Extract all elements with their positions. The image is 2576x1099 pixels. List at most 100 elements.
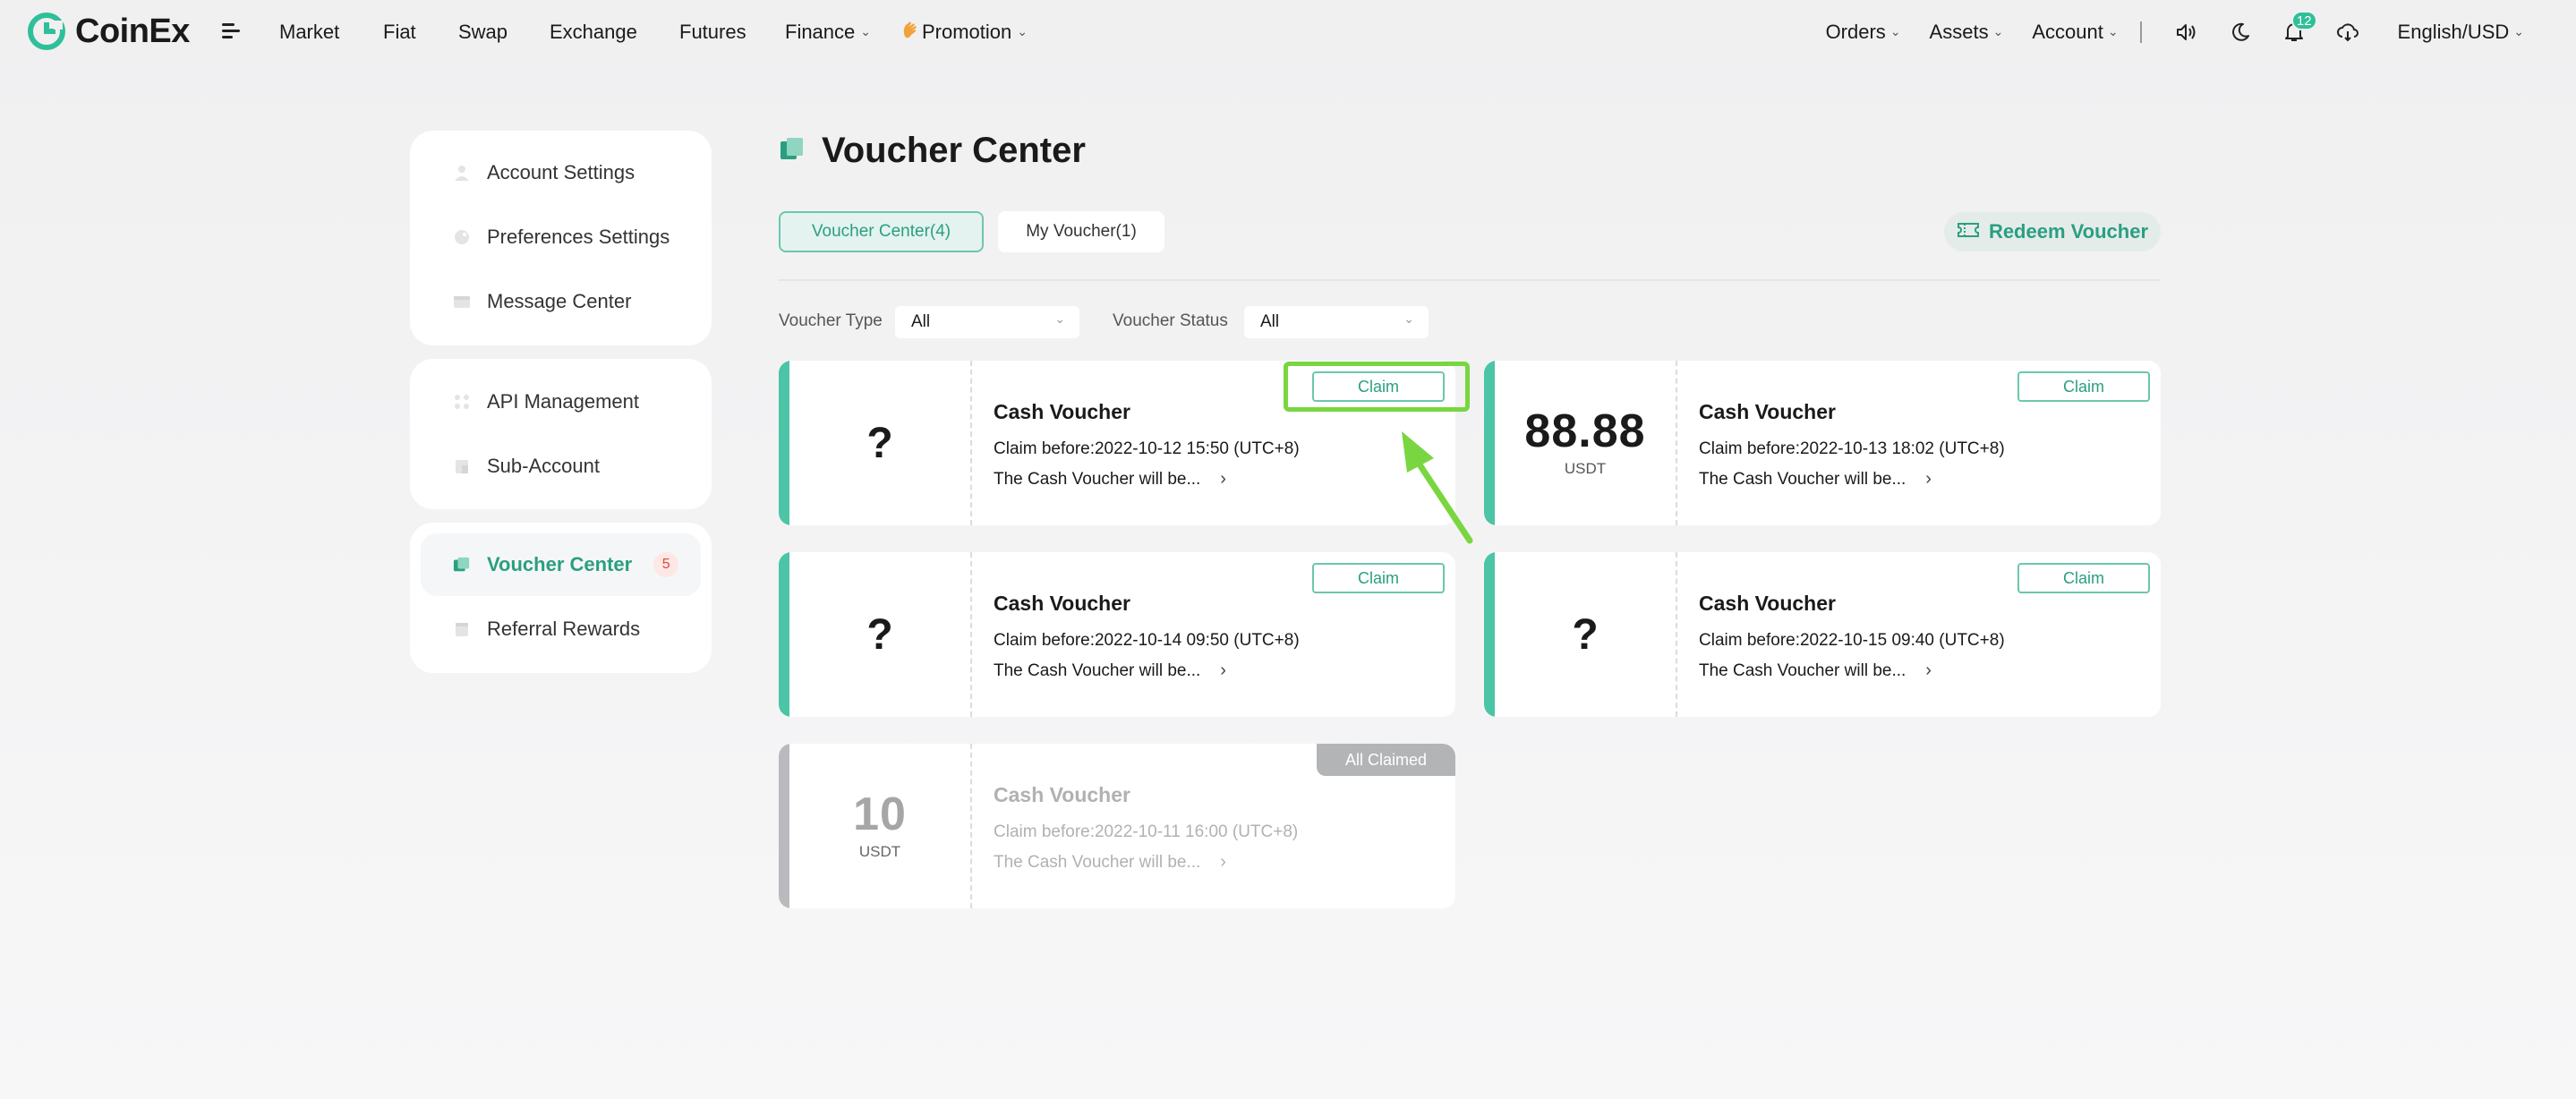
- voucher-type-label: Voucher Type: [779, 311, 883, 330]
- sub-account-icon: [453, 457, 471, 475]
- sidebar-item-preferences-settings[interactable]: Preferences Settings: [421, 206, 701, 268]
- nav-swap[interactable]: Swap: [458, 21, 508, 44]
- voucher-amount-area: 88.88 USDT: [1495, 361, 1676, 525]
- menu-toggle-icon[interactable]: [222, 23, 240, 41]
- voucher-amount: 88.88: [1524, 405, 1646, 457]
- voucher-status-label: Voucher Status: [1113, 311, 1228, 330]
- voucher-description-link[interactable]: The Cash Voucher will be... ›: [994, 852, 1226, 873]
- page-title: Voucher Center: [779, 131, 1086, 171]
- account-menu[interactable]: Account ⌄: [2032, 21, 2118, 44]
- nav-finance[interactable]: Finance ⌄: [785, 21, 871, 44]
- sidebar-group-rewards: Voucher Center 5 Referral Rewards: [410, 523, 712, 673]
- chevron-right-icon: ›: [1925, 660, 1932, 680]
- sidebar-item-voucher-center[interactable]: Voucher Center 5: [421, 533, 701, 596]
- voucher-stripe: [779, 744, 789, 908]
- mail-icon: [453, 293, 471, 311]
- nav-promotion[interactable]: Promotion ⌄: [902, 20, 1028, 45]
- chevron-down-icon: ⌄: [1017, 23, 1028, 38]
- sidebar-item-account-settings[interactable]: Account Settings: [421, 141, 701, 204]
- chevron-right-icon: ›: [1220, 852, 1226, 872]
- voucher-title: Cash Voucher: [994, 592, 1130, 615]
- tab-voucher-center[interactable]: Voucher Center(4): [779, 211, 984, 252]
- orders-menu[interactable]: Orders ⌄: [1826, 21, 1901, 44]
- voucher-count-badge: 5: [653, 552, 679, 577]
- voucher-stripe: [1484, 361, 1495, 525]
- voucher-icon: [453, 556, 471, 574]
- dark-mode-moon-icon[interactable]: [2228, 20, 2253, 45]
- chevron-right-icon: ›: [1220, 469, 1226, 489]
- ticket-icon: [1957, 220, 1980, 243]
- chevron-right-icon: ›: [1220, 660, 1226, 680]
- nav-futures[interactable]: Futures: [679, 21, 746, 44]
- chevron-down-icon: ⌄: [2513, 23, 2524, 38]
- assets-menu[interactable]: Assets ⌄: [1930, 21, 2004, 44]
- notification-count-badge: 12: [2290, 11, 2317, 30]
- sidebar-group-account: Account Settings Preferences Settings Me…: [410, 131, 712, 345]
- section-divider: [779, 279, 2161, 281]
- voucher-stripe: [779, 552, 789, 717]
- chevron-right-icon: ›: [1925, 469, 1932, 489]
- sidebar-item-message-center[interactable]: Message Center: [421, 270, 701, 333]
- language-currency-menu[interactable]: English/USD ⌄: [2398, 21, 2524, 44]
- voucher-description-link[interactable]: The Cash Voucher will be... ›: [1699, 660, 1932, 681]
- voucher-claim-before: Claim before:2022-10-13 18:02 (UTC+8): [1699, 439, 2005, 458]
- voucher-amount: ?: [866, 419, 893, 467]
- voucher-unit: USDT: [858, 843, 901, 860]
- nav-fiat[interactable]: Fiat: [383, 21, 416, 44]
- chevron-down-icon: ⌄: [1992, 23, 2004, 38]
- chevron-down-icon: ⌄: [2107, 23, 2119, 38]
- voucher-status-select[interactable]: All ⌄: [1244, 306, 1429, 338]
- voucher-amount-area: ?: [789, 361, 970, 525]
- redeem-voucher-button[interactable]: Redeem Voucher: [1944, 212, 2161, 251]
- voucher-title: Cash Voucher: [994, 783, 1130, 806]
- voucher-description-link[interactable]: The Cash Voucher will be... ›: [994, 660, 1226, 681]
- arrow-pointer-icon: [1402, 431, 1473, 544]
- voucher-claim-before: Claim before:2022-10-14 09:50 (UTC+8): [994, 631, 1300, 650]
- header-divider: [2139, 21, 2142, 43]
- gift-icon: [453, 620, 471, 638]
- chevron-down-icon: ⌄: [1403, 311, 1414, 326]
- nav-exchange[interactable]: Exchange: [550, 21, 637, 44]
- chevron-down-icon: ⌄: [1054, 311, 1065, 326]
- voucher-description-link[interactable]: The Cash Voucher will be... ›: [1699, 469, 1932, 490]
- coinex-logo[interactable]: CoinEx: [27, 11, 190, 52]
- tab-my-voucher[interactable]: My Voucher(1): [998, 211, 1164, 252]
- voucher-card: ? Cash Voucher Claim before:2022-10-14 0…: [779, 552, 1455, 717]
- voucher-amount: 10: [853, 788, 907, 840]
- voucher-claim-before: Claim before:2022-10-12 15:50 (UTC+8): [994, 439, 1300, 458]
- notification-bell-icon[interactable]: 12: [2282, 11, 2317, 45]
- voucher-stripe: [1484, 552, 1495, 717]
- all-claimed-badge: All Claimed: [1317, 744, 1455, 776]
- voucher-title: Cash Voucher: [1699, 592, 1836, 615]
- header-right-tools: Orders ⌄ Assets ⌄ Account ⌄ 12 English/U…: [1826, 0, 2524, 64]
- voucher-title: Cash Voucher: [994, 400, 1130, 423]
- sidebar-group-api: API Management Sub-Account: [410, 359, 712, 509]
- highlight-box: [1284, 362, 1470, 412]
- download-cloud-icon[interactable]: [2335, 20, 2360, 45]
- claim-button[interactable]: Claim: [2017, 563, 2150, 593]
- claim-button[interactable]: Claim: [2017, 371, 2150, 402]
- voucher-claim-before: Claim before:2022-10-15 09:40 (UTC+8): [1699, 631, 2005, 650]
- palette-icon: [453, 228, 471, 246]
- voucher-card: 88.88 USDT Cash Voucher Claim before:202…: [1484, 361, 2161, 525]
- voucher-unit: USDT: [1564, 460, 1607, 477]
- sidebar-item-sub-account[interactable]: Sub-Account: [421, 435, 701, 498]
- clapping-hand-icon: [902, 20, 918, 45]
- speaker-icon[interactable]: [2174, 20, 2199, 45]
- voucher-type-select[interactable]: All ⌄: [895, 306, 1079, 338]
- sidebar-item-api-management[interactable]: API Management: [421, 371, 701, 433]
- voucher-card-claimed: 10 USDT Cash Voucher Claim before:2022-1…: [779, 744, 1455, 908]
- nav-market[interactable]: Market: [279, 21, 339, 44]
- coinex-logo-icon: [28, 13, 65, 50]
- voucher-amount: ?: [1572, 610, 1599, 659]
- claim-button[interactable]: Claim: [1312, 563, 1445, 593]
- voucher-claim-before: Claim before:2022-10-11 16:00 (UTC+8): [994, 822, 1299, 841]
- voucher-amount-area: 10 USDT: [789, 744, 970, 908]
- voucher-amount-area: ?: [789, 552, 970, 717]
- voucher-title-icon: [779, 135, 806, 166]
- chevron-down-icon: ⌄: [860, 23, 872, 38]
- voucher-description-link[interactable]: The Cash Voucher will be... ›: [994, 469, 1226, 490]
- sidebar-item-referral-rewards[interactable]: Referral Rewards: [421, 598, 701, 660]
- api-icon: [453, 393, 471, 411]
- top-navbar: CoinEx Market Fiat Swap Exchange Futures…: [0, 0, 2576, 64]
